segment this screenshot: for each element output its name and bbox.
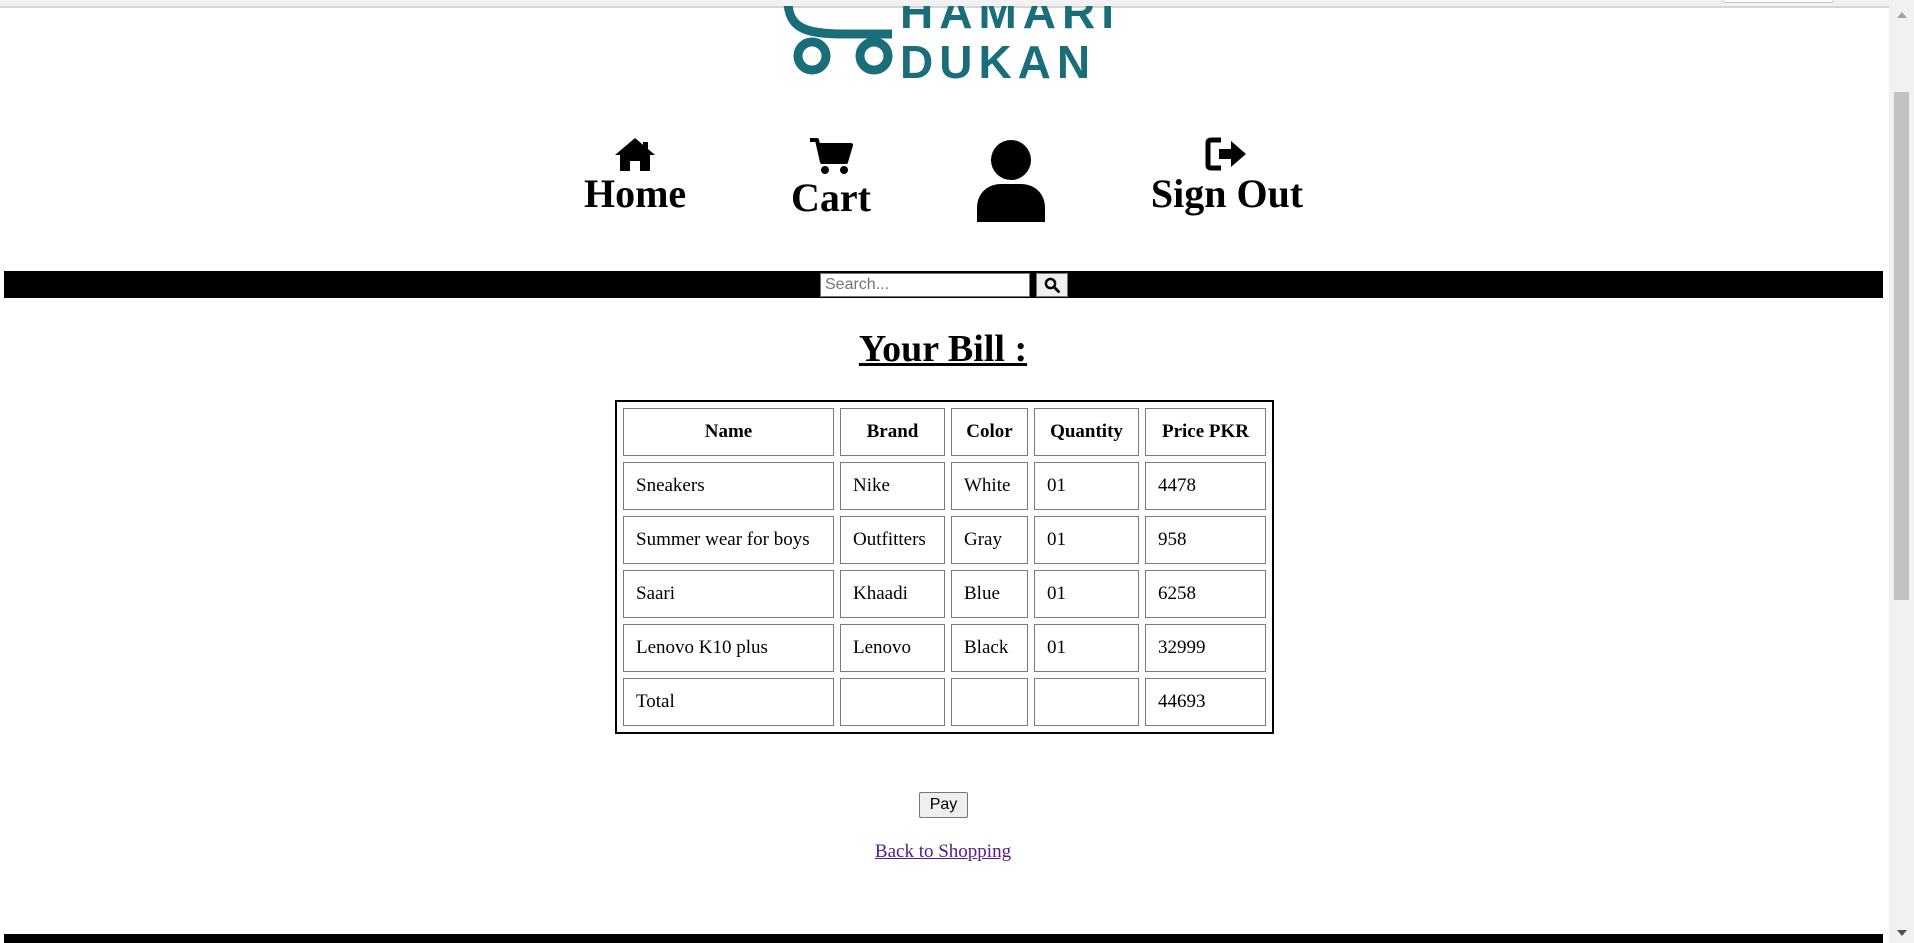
cell-brand: Lenovo [840,624,945,672]
cell-price: 6258 [1145,570,1266,618]
cell-quantity: 01 [1034,624,1139,672]
header-name: Name [623,408,834,456]
scroll-down-arrow[interactable] [1889,924,1914,942]
scroll-up-arrow[interactable] [1889,6,1914,24]
home-icon [615,138,655,171]
nav-profile[interactable] [975,140,1047,222]
scroll-thumb[interactable] [1894,92,1909,600]
table-row: Lenovo K10 plus Lenovo Black 01 32999 [623,624,1266,672]
footer-bar [4,934,1883,943]
table-header-row: Name Brand Color Quantity Price PKR [623,408,1266,456]
search-icon [1044,277,1060,293]
cell-price: 32999 [1145,624,1266,672]
nav-cart-label: Cart [791,175,871,220]
cell-quantity: 01 [1034,516,1139,564]
logo-cart-mark [783,6,893,75]
nav-home[interactable]: Home [584,136,686,214]
nav-signout-label: Sign Out [1150,171,1304,216]
bill-table: Name Brand Color Quantity Price PKR Snea… [615,400,1274,734]
cell-name: Saari [623,570,834,618]
chevron-down-icon [1896,930,1907,936]
cell-price: 4478 [1145,462,1266,510]
user-icon [977,140,1045,222]
search-bar [4,271,1883,298]
browser-tab-edge [1722,0,1834,3]
cell-name: Sneakers [623,462,834,510]
cell-color: Blue [951,570,1028,618]
logo-text-top: HAMARI [900,6,1120,38]
nav-home-label: Home [584,171,687,216]
total-price: 44693 [1145,678,1266,726]
cell-color: White [951,462,1028,510]
vertical-scrollbar[interactable] [1889,0,1914,943]
header-quantity: Quantity [1034,408,1139,456]
chevron-up-icon [1896,12,1907,18]
cell-brand: Khaadi [840,570,945,618]
total-brand [840,678,945,726]
nav-signout[interactable]: Sign Out [1148,136,1306,214]
table-row: Sneakers Nike White 01 4478 [623,462,1266,510]
total-row: Total 44693 [623,678,1266,726]
cell-price: 958 [1145,516,1266,564]
cell-quantity: 01 [1034,570,1139,618]
cell-brand: Outfitters [840,516,945,564]
cell-color: Gray [951,516,1028,564]
page-title: Your Bill : [858,328,1028,370]
table-row: Summer wear for boys Outfitters Gray 01 … [623,516,1266,564]
back-to-shopping-link[interactable]: Back to Shopping [0,841,1886,863]
cell-name: Summer wear for boys [623,516,834,564]
nav-cart[interactable]: Cart [790,136,872,218]
pay-button[interactable]: Pay [919,792,968,818]
header-price: Price PKR [1145,408,1266,456]
cell-color: Black [951,624,1028,672]
cell-quantity: 01 [1034,462,1139,510]
search-button[interactable] [1036,273,1068,297]
sign-out-icon [1205,137,1246,171]
cell-name: Lenovo K10 plus [623,624,834,672]
total-label: Total [623,678,834,726]
table-row: Saari Khaadi Blue 01 6258 [623,570,1266,618]
total-quantity [1034,678,1139,726]
cart-icon [810,138,853,174]
site-logo[interactable]: HAMARI DUKAN [782,6,1120,82]
total-color [951,678,1028,726]
cell-brand: Nike [840,462,945,510]
logo-text-bottom: DUKAN [900,36,1096,82]
header-brand: Brand [840,408,945,456]
main-nav: Home Cart Sign Out [0,130,1882,230]
search-input[interactable] [820,273,1030,297]
header-color: Color [951,408,1028,456]
